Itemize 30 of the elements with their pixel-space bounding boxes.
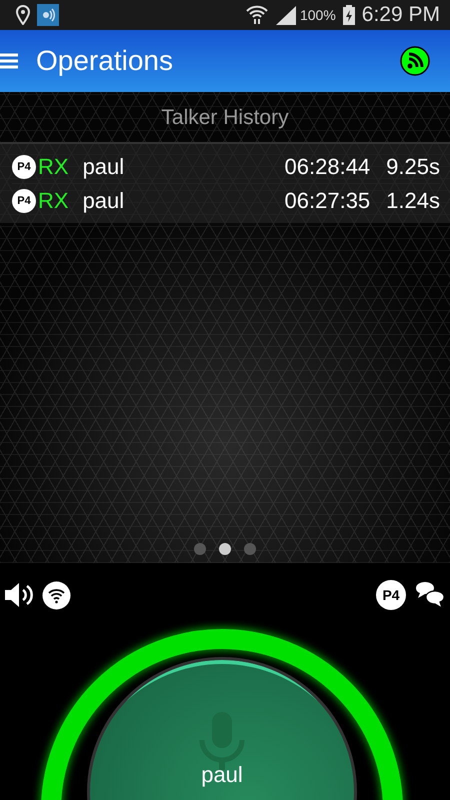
battery-charging-icon <box>342 5 355 25</box>
battery-percent: 100% <box>300 7 336 23</box>
talk-time: 06:28:44 <box>284 154 370 180</box>
pager-dot[interactable] <box>219 543 231 555</box>
signal-icon <box>274 5 297 25</box>
talker-history-title: Talker History <box>160 105 290 131</box>
pager-dot[interactable] <box>244 543 256 555</box>
speaker-icon[interactable] <box>4 581 34 609</box>
app-title: Operations <box>36 45 173 77</box>
talker-name: paul <box>82 154 124 180</box>
status-time: 6:29 PM <box>362 3 440 27</box>
talk-time: 06:27:35 <box>284 188 370 214</box>
location-pin-icon <box>16 5 30 25</box>
push-to-talk-button[interactable]: paul <box>87 657 357 800</box>
menu-icon[interactable] <box>0 53 18 69</box>
feed-status-icon[interactable] <box>400 46 430 76</box>
wifi-icon[interactable] <box>42 580 71 610</box>
talk-duration: 1.24s <box>386 188 440 214</box>
direction-label: RX <box>38 188 69 214</box>
talk-duration: 9.25s <box>386 154 440 180</box>
wifi-icon <box>246 5 268 25</box>
channel-badge: P4 <box>12 188 36 212</box>
channel-badge[interactable]: P4 <box>376 580 406 610</box>
channel-badge: P4 <box>12 154 36 178</box>
app-notification-icon <box>37 4 59 26</box>
talker-name: paul <box>201 762 243 788</box>
chat-bubbles-icon[interactable] <box>414 580 446 610</box>
pager-dot[interactable] <box>194 543 206 555</box>
direction-label: RX <box>38 154 69 180</box>
talker-name: paul <box>82 188 124 214</box>
